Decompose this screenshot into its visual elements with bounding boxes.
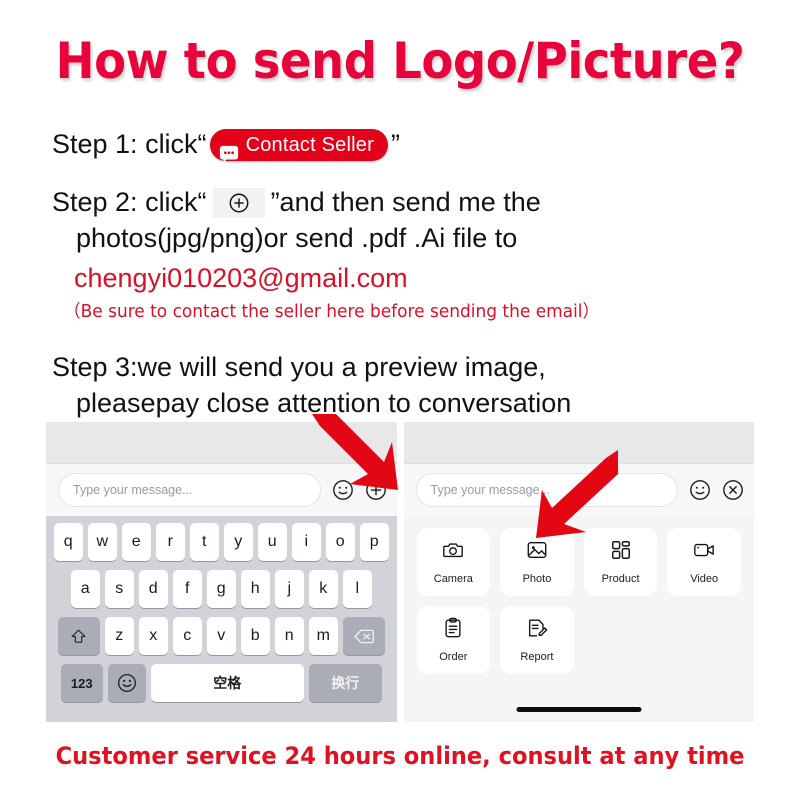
action-order[interactable]: Order bbox=[416, 606, 491, 674]
key-g[interactable]: g bbox=[206, 570, 236, 608]
key-enter[interactable]: 换行 bbox=[308, 664, 382, 702]
action-report-label: Report bbox=[520, 651, 554, 663]
keyboard-row-3: z x c v b n m bbox=[50, 617, 393, 655]
right-phone-screenshot: Type your message... Camera Photo Produc… bbox=[403, 422, 754, 722]
action-camera-label: Camera bbox=[433, 573, 473, 585]
footer-text: Customer service 24 hours online, consul… bbox=[55, 742, 745, 770]
action-camera[interactable]: Camera bbox=[416, 528, 491, 596]
key-z[interactable]: z bbox=[104, 617, 134, 655]
keyboard-row-2: a s d f g h j k l bbox=[50, 570, 393, 608]
left-phone-screenshot: Type your message... q w e r t y u i o p… bbox=[46, 422, 397, 722]
smiley-icon[interactable] bbox=[689, 479, 711, 501]
page-title: How to send Logo/Picture? bbox=[55, 32, 745, 90]
key-a[interactable]: a bbox=[70, 570, 100, 608]
keyboard-row-4: 123 空格 换行 bbox=[50, 664, 393, 702]
contact-seller-label: Contact Seller bbox=[245, 133, 374, 156]
action-video[interactable]: Video bbox=[667, 528, 741, 596]
key-space[interactable]: 空格 bbox=[150, 664, 304, 702]
key-y[interactable]: y bbox=[223, 523, 253, 561]
action-photo-label: Photo bbox=[522, 573, 552, 585]
backspace-icon[interactable] bbox=[342, 617, 385, 655]
step-3-line-1: Step 3:we will send you a preview image, bbox=[52, 351, 546, 382]
key-l[interactable]: l bbox=[342, 570, 372, 608]
left-chat-header bbox=[46, 422, 397, 464]
right-chat-header bbox=[403, 422, 754, 464]
step-2-suffix: ”and then send me the bbox=[270, 187, 541, 218]
key-j[interactable]: j bbox=[274, 570, 304, 608]
smiley-icon[interactable] bbox=[332, 479, 354, 501]
key-n[interactable]: n bbox=[274, 617, 304, 655]
left-input-placeholder: Type your message... bbox=[73, 483, 193, 497]
step-3-line-2: pleasepay close attention to conversatio… bbox=[76, 387, 572, 418]
step-2-prefix: Step 2: click“ bbox=[52, 187, 207, 218]
emoji-face-icon[interactable] bbox=[107, 664, 146, 702]
action-product-label: Product bbox=[601, 573, 640, 585]
key-e[interactable]: e bbox=[121, 523, 151, 561]
step-2-line-2: photos(jpg/png)or send .pdf .Ai file to bbox=[76, 223, 518, 254]
key-d[interactable]: d bbox=[138, 570, 168, 608]
key-i[interactable]: i bbox=[291, 523, 321, 561]
report-edit-icon bbox=[526, 617, 548, 644]
photo-image-icon bbox=[526, 539, 548, 566]
instruction-poster: How to send Logo/Picture? Step 1: click“… bbox=[0, 0, 800, 800]
key-c[interactable]: c bbox=[172, 617, 202, 655]
key-u[interactable]: u bbox=[257, 523, 287, 561]
step-2-line-1: Step 2: click“ ”and then send me the bbox=[52, 184, 752, 220]
key-q[interactable]: q bbox=[53, 523, 83, 561]
seller-email: chengyi010203@gmail.com bbox=[74, 262, 408, 293]
right-input-placeholder: Type your message... bbox=[430, 483, 551, 497]
key-s[interactable]: s bbox=[104, 570, 134, 608]
key-v[interactable]: v bbox=[206, 617, 236, 655]
key-t[interactable]: t bbox=[189, 523, 219, 561]
key-f[interactable]: f bbox=[172, 570, 202, 608]
home-indicator bbox=[516, 707, 642, 712]
key-p[interactable]: p bbox=[359, 523, 389, 561]
step-2-block: Step 2: click“ ”and then send me the pho… bbox=[52, 184, 752, 322]
product-grid-icon bbox=[610, 539, 632, 566]
virtual-keyboard[interactable]: q w e r t y u i o p a s d f g h j k l z … bbox=[46, 516, 397, 722]
right-message-input[interactable]: Type your message... bbox=[415, 473, 678, 507]
step-3-block: Step 3:we will send you a preview image,… bbox=[52, 349, 752, 421]
step-1-suffix: ” bbox=[390, 129, 400, 159]
screenshots-row: Type your message... q w e r t y u i o p… bbox=[46, 422, 754, 722]
attachment-action-grid: Camera Photo Product Video Order Report bbox=[403, 516, 754, 686]
key-x[interactable]: x bbox=[138, 617, 168, 655]
clipboard-order-icon bbox=[442, 617, 464, 644]
key-h[interactable]: h bbox=[240, 570, 270, 608]
plus-circle-icon bbox=[212, 188, 265, 219]
right-message-bar: Type your message... bbox=[403, 464, 754, 516]
key-w[interactable]: w bbox=[87, 523, 117, 561]
video-camera-icon bbox=[693, 539, 715, 566]
contact-note: （Be sure to contact the seller here befo… bbox=[63, 301, 600, 322]
step-1-prefix: Step 1: click“ bbox=[52, 129, 207, 159]
action-report[interactable]: Report bbox=[500, 606, 574, 674]
step-1-line: Step 1: click“ Contact Seller ” bbox=[52, 126, 752, 163]
shift-up-arrow-icon[interactable] bbox=[57, 617, 100, 655]
key-numeric-switch[interactable]: 123 bbox=[60, 664, 103, 702]
left-message-bar: Type your message... bbox=[46, 464, 397, 516]
keyboard-row-1: q w e r t y u i o p bbox=[50, 523, 393, 561]
key-b[interactable]: b bbox=[240, 617, 270, 655]
key-k[interactable]: k bbox=[308, 570, 338, 608]
steps-section: Step 1: click“ Contact Seller ” Step 2: … bbox=[52, 126, 752, 421]
action-video-label: Video bbox=[690, 573, 719, 585]
camera-icon bbox=[442, 539, 464, 566]
key-m[interactable]: m bbox=[308, 617, 338, 655]
action-photo[interactable]: Photo bbox=[500, 528, 574, 596]
contact-seller-button[interactable]: Contact Seller bbox=[209, 128, 388, 163]
action-order-label: Order bbox=[439, 651, 468, 663]
chat-bubble-icon bbox=[219, 136, 239, 163]
action-product[interactable]: Product bbox=[583, 528, 658, 596]
close-circle-icon[interactable] bbox=[722, 479, 744, 501]
key-r[interactable]: r bbox=[155, 523, 185, 561]
key-o[interactable]: o bbox=[325, 523, 355, 561]
plus-circle-icon[interactable] bbox=[365, 479, 387, 501]
left-message-input[interactable]: Type your message... bbox=[58, 473, 321, 507]
